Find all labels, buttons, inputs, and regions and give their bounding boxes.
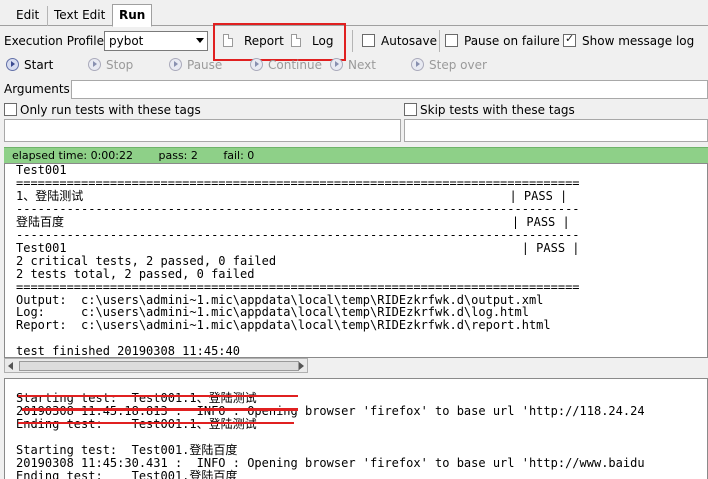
exclude-tags-label: Skip tests with these tags	[420, 103, 575, 117]
stop-icon	[88, 58, 101, 71]
stop-button[interactable]: Stop	[88, 58, 133, 72]
execution-profile-label: Execution Profile:	[4, 34, 109, 48]
arguments-input[interactable]	[71, 80, 708, 99]
strike-annotation	[22, 408, 298, 411]
output-horizontal-scrollbar[interactable]	[4, 358, 308, 373]
autosave-label: Autosave	[381, 34, 437, 48]
pause-on-failure-label: Pause on failure	[464, 34, 560, 48]
include-tags-label: Only run tests with these tags	[20, 103, 201, 117]
next-button[interactable]: Next	[330, 58, 376, 72]
run-output-text: Test001 ================================…	[16, 163, 580, 358]
step-over-button[interactable]: Step over	[411, 58, 487, 72]
run-status-bar: elapsed time: 0:00:22 pass: 2 fail: 0	[4, 147, 708, 163]
toolbar-divider	[352, 30, 353, 52]
arguments-label: Arguments:	[4, 82, 74, 96]
autosave-checkbox[interactable]	[362, 34, 375, 47]
continue-label: Continue	[268, 58, 322, 72]
execution-profile-value: pybot	[109, 34, 144, 48]
tab-text-edit[interactable]: Text Edit	[47, 6, 111, 26]
run-output-pane[interactable]: Test001 ================================…	[4, 163, 708, 358]
message-log-pane[interactable]: Starting test: Test001.1、登陆测试 20190308 1…	[4, 378, 708, 479]
pause-on-failure-checkbox[interactable]	[445, 34, 458, 47]
next-icon	[330, 58, 343, 71]
chevron-down-icon	[196, 38, 204, 43]
include-tags-checkbox[interactable]	[4, 103, 17, 116]
strike-annotation	[18, 395, 298, 397]
start-label: Start	[24, 58, 54, 72]
pause-icon	[169, 58, 182, 71]
pass-count: pass: 2	[158, 149, 198, 162]
execution-profile-select[interactable]: pybot	[104, 31, 208, 51]
scroll-left-icon	[8, 362, 13, 370]
message-log-text: Starting test: Test001.1、登陆测试 20190308 1…	[16, 391, 645, 479]
pause-label: Pause	[187, 58, 223, 72]
fail-count: fail: 0	[223, 149, 255, 162]
run-toolbar: Start Stop Pause Continue Next Step over	[0, 55, 708, 77]
show-message-log-checkbox[interactable]	[563, 32, 576, 47]
tab-run[interactable]: Run	[112, 4, 153, 27]
scrollbar-thumb[interactable]	[19, 361, 299, 371]
notebook-tabbar: Edit Text Edit Run	[0, 0, 708, 27]
continue-button[interactable]: Continue	[250, 58, 322, 72]
include-tags-input[interactable]	[4, 119, 401, 142]
continue-icon	[250, 58, 263, 71]
elapsed-time: elapsed time: 0:00:22	[12, 149, 133, 162]
next-label: Next	[348, 58, 376, 72]
step-over-label: Step over	[429, 58, 487, 72]
show-message-log-label: Show message log	[582, 34, 695, 48]
tab-edit[interactable]: Edit	[10, 6, 45, 26]
scroll-right-icon	[299, 362, 304, 370]
play-icon	[6, 58, 19, 71]
pause-button[interactable]: Pause	[169, 58, 222, 72]
toolbar-divider	[439, 30, 440, 52]
start-button[interactable]: Start	[6, 58, 53, 72]
execution-profile-row: Execution Profile: pybot Report Log Auto…	[0, 28, 708, 54]
step-over-icon	[411, 58, 424, 71]
exclude-tags-checkbox[interactable]	[404, 103, 417, 116]
stop-label: Stop	[106, 58, 134, 72]
exclude-tags-input[interactable]	[404, 119, 708, 142]
strike-annotation	[18, 422, 294, 424]
